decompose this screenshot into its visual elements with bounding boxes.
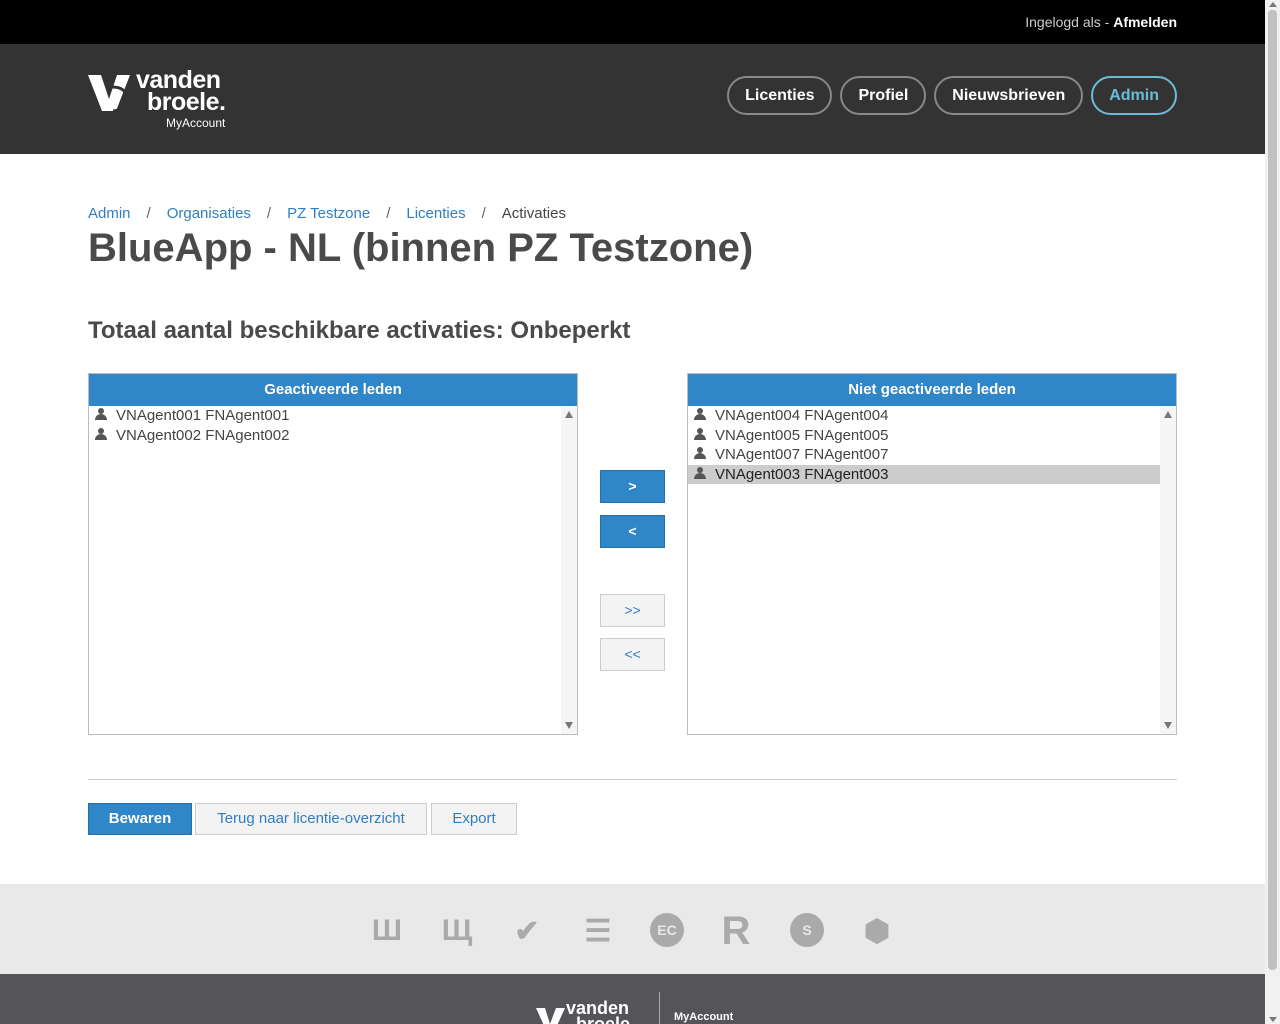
- user-icon: [95, 427, 107, 441]
- breadcrumb-separator: /: [386, 205, 391, 222]
- nav-admin[interactable]: Admin: [1091, 76, 1177, 115]
- member-name: VNAgent004 FNAgent004: [715, 407, 889, 424]
- breadcrumb-separator: /: [481, 205, 486, 222]
- breadcrumb-organisaties[interactable]: Organisaties: [167, 205, 251, 222]
- scroll-down-icon[interactable]: [565, 722, 573, 729]
- list-item[interactable]: VNAgent007 FNAgent007: [688, 445, 1160, 465]
- member-name: VNAgent005 FNAgent005: [715, 426, 889, 444]
- activated-members-header: Geactiveerde leden: [89, 374, 577, 406]
- footer-myaccount: MyAccount: [674, 1011, 734, 1023]
- user-icon: [694, 466, 706, 480]
- partner-brand-icon[interactable]: ☰: [580, 913, 616, 949]
- member-name: VNAgent007 FNAgent007: [715, 446, 889, 463]
- user-icon: [95, 408, 107, 421]
- user-icon: [694, 408, 706, 421]
- list-item[interactable]: VNAgent005 FNAgent005: [688, 426, 1160, 446]
- partner-brand-icon[interactable]: ⬢: [859, 913, 895, 949]
- breadcrumb-current: Activaties: [501, 205, 566, 222]
- footer-logo[interactable]: vanden broele: [566, 999, 631, 1024]
- export-button[interactable]: Export: [431, 803, 517, 835]
- logged-in-label: Ingelogd als -: [1025, 14, 1114, 30]
- page-title: BlueApp - NL (binnen PZ Testzone): [88, 226, 754, 270]
- not-activated-members-list[interactable]: VNAgent004 FNAgent004 VNAgent005 FNAgent…: [688, 406, 1176, 734]
- not-activated-members-panel: Niet geactiveerde leden VNAgent004 FNAge…: [687, 373, 1177, 735]
- list-item-selected[interactable]: VNAgent003 FNAgent003: [688, 464, 1160, 484]
- breadcrumb-separator: /: [266, 205, 272, 222]
- partner-brand-icon[interactable]: S: [790, 913, 824, 947]
- brand-logo[interactable]: vanden broele. MyAccount: [88, 68, 268, 130]
- scroll-up-icon[interactable]: [1269, 2, 1277, 7]
- user-icon: [694, 447, 706, 460]
- breadcrumb-pz-testzone[interactable]: PZ Testzone: [287, 205, 370, 222]
- move-all-right-button[interactable]: >>: [600, 594, 665, 627]
- nav-licenties[interactable]: Licenties: [727, 76, 833, 115]
- footer-logo-icon: [536, 1008, 565, 1024]
- member-name: VNAgent002 FNAgent002: [116, 426, 290, 444]
- scroll-up-icon[interactable]: [565, 411, 573, 418]
- move-all-left-button[interactable]: <<: [600, 638, 665, 671]
- logo-text-2: broele.: [147, 88, 226, 116]
- scroll-down-icon[interactable]: [1269, 1017, 1277, 1022]
- partner-brand-icon[interactable]: EC: [650, 913, 684, 947]
- save-button[interactable]: Bewaren: [88, 803, 192, 835]
- activated-members-list[interactable]: VNAgent001 FNAgent001 VNAgent002 FNAgent…: [89, 406, 577, 734]
- total-activations: Totaal aantal beschikbare activaties: On…: [88, 317, 631, 344]
- partner-brand-icon[interactable]: ✔: [509, 913, 545, 949]
- member-name: VNAgent003 FNAgent003: [715, 465, 889, 483]
- partner-brand-icon[interactable]: R: [718, 909, 754, 953]
- breadcrumb-separator: /: [146, 205, 151, 222]
- login-status: Ingelogd als - Afmelden: [1025, 14, 1177, 30]
- list-scrollbar[interactable]: [561, 406, 577, 734]
- divider: [88, 779, 1177, 780]
- logo-subtitle: MyAccount: [166, 116, 226, 130]
- nav-nieuwsbrieven[interactable]: Nieuwsbrieven: [934, 76, 1084, 115]
- main-nav: Licenties Profiel Nieuwsbrieven Admin: [727, 76, 1177, 115]
- user-icon: [694, 427, 706, 441]
- scroll-up-icon[interactable]: [1164, 411, 1172, 418]
- partner-brands-bar: Ш Щ ✔ ☰ EC R S ⬢: [0, 884, 1265, 974]
- list-item[interactable]: VNAgent002 FNAgent002: [89, 426, 561, 446]
- partner-brand-icon[interactable]: Щ: [439, 913, 475, 949]
- move-left-button[interactable]: <: [600, 515, 665, 548]
- list-scrollbar[interactable]: [1160, 406, 1176, 734]
- top-bar: Ingelogd als - Afmelden: [0, 0, 1265, 44]
- partner-brand-icon[interactable]: Ш: [369, 913, 405, 949]
- site-footer: vanden broele MyAccount: [0, 974, 1265, 1024]
- logout-link[interactable]: Afmelden: [1113, 14, 1177, 30]
- member-name: VNAgent001 FNAgent001: [116, 407, 290, 424]
- nav-profiel[interactable]: Profiel: [840, 76, 927, 115]
- breadcrumb: Admin / Organisaties / PZ Testzone / Lic…: [88, 205, 566, 222]
- breadcrumb-licenties[interactable]: Licenties: [406, 205, 465, 222]
- scrollbar-thumb[interactable]: [1268, 10, 1277, 970]
- list-item[interactable]: VNAgent001 FNAgent001: [89, 406, 561, 426]
- move-right-button[interactable]: >: [600, 470, 665, 503]
- back-to-licenses-button[interactable]: Terug naar licentie-overzicht: [195, 803, 427, 835]
- list-item[interactable]: VNAgent004 FNAgent004: [688, 406, 1160, 426]
- not-activated-members-header: Niet geactiveerde leden: [688, 374, 1176, 406]
- footer-divider: [659, 992, 660, 1024]
- scroll-down-icon[interactable]: [1164, 722, 1172, 729]
- page-scrollbar[interactable]: [1265, 0, 1280, 1024]
- site-header: vanden broele. MyAccount Licenties Profi…: [0, 44, 1265, 154]
- footer-logo-text-2: broele: [576, 1014, 631, 1024]
- breadcrumb-admin[interactable]: Admin: [88, 205, 131, 222]
- vb-logo-icon: [88, 75, 130, 113]
- activated-members-panel: Geactiveerde leden VNAgent001 FNAgent001…: [88, 373, 578, 735]
